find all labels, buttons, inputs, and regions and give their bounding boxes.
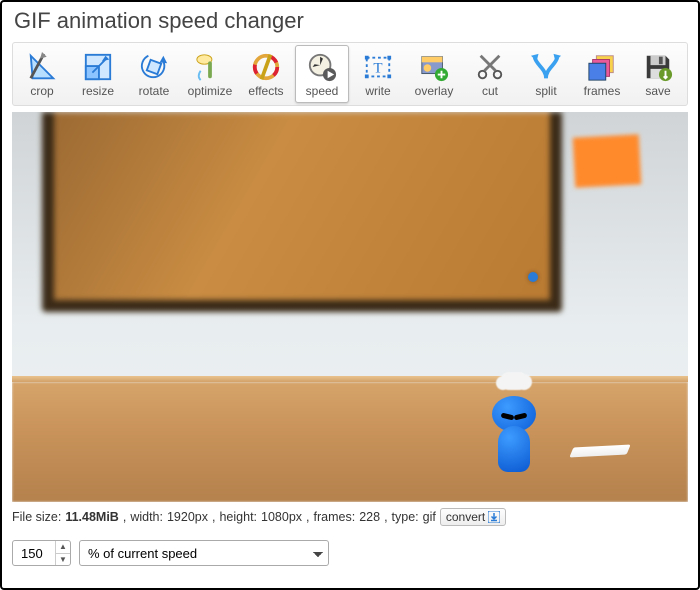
filesize-label: File size: (12, 510, 61, 524)
tool-label: split (535, 84, 556, 98)
file-meta: File size: 11.48MiB, width: 1920px, heig… (12, 508, 688, 526)
tool-rotate[interactable]: rotate (127, 45, 181, 103)
tool-label: speed (306, 84, 339, 98)
tool-resize[interactable]: resize (71, 45, 125, 103)
save-icon (643, 52, 673, 82)
height-value: 1080px (261, 510, 302, 524)
tool-label: save (645, 84, 670, 98)
speed-unit-select[interactable]: % of current speed (79, 540, 329, 566)
type-value: gif (423, 510, 436, 524)
svg-text:T: T (373, 61, 382, 77)
spin-down-icon[interactable]: ▼ (56, 554, 70, 566)
overlay-icon (419, 52, 449, 82)
tool-write[interactable]: T write (351, 45, 405, 103)
tool-optimize[interactable]: optimize (183, 45, 237, 103)
tool-effects[interactable]: effects (239, 45, 293, 103)
write-icon: T (363, 52, 393, 82)
frames-value: 228 (359, 510, 380, 524)
toolbar: crop resize rotate optimize effects spee… (12, 42, 688, 106)
tool-overlay[interactable]: overlay (407, 45, 461, 103)
convert-label: convert (446, 510, 485, 524)
gif-preview (12, 112, 688, 502)
filesize-value: 11.48MiB (65, 510, 119, 524)
tool-crop[interactable]: crop (15, 45, 69, 103)
optimize-icon (195, 52, 225, 82)
frames-label: frames: (314, 510, 356, 524)
tool-frames[interactable]: frames (575, 45, 629, 103)
resize-icon (83, 52, 113, 82)
tool-save[interactable]: save (631, 45, 685, 103)
cut-icon (475, 52, 505, 82)
type-label: type: (392, 510, 419, 524)
tool-label: rotate (139, 84, 170, 98)
tool-speed[interactable]: speed (295, 45, 349, 103)
tool-label: crop (30, 84, 53, 98)
tool-label: effects (248, 84, 283, 98)
speed-spinner[interactable]: ▲ ▼ (55, 541, 70, 565)
rotate-icon (139, 52, 169, 82)
speed-input-wrapper[interactable]: ▲ ▼ (12, 540, 71, 566)
tool-label: frames (584, 84, 621, 98)
tool-label: write (365, 84, 390, 98)
effects-icon (251, 52, 281, 82)
tool-label: overlay (415, 84, 454, 98)
frames-icon (587, 52, 617, 82)
convert-button[interactable]: convert (440, 508, 506, 526)
tool-split[interactable]: split (519, 45, 573, 103)
tool-cut[interactable]: cut (463, 45, 517, 103)
width-label: width: (130, 510, 163, 524)
speed-value-input[interactable] (13, 546, 55, 561)
width-value: 1920px (167, 510, 208, 524)
speed-controls: ▲ ▼ % of current speed (12, 540, 688, 566)
crop-icon (27, 52, 57, 82)
tool-label: optimize (188, 84, 233, 98)
speed-icon (307, 52, 337, 82)
split-icon (531, 52, 561, 82)
page-title: GIF animation speed changer (14, 8, 688, 34)
spin-up-icon[interactable]: ▲ (56, 541, 70, 554)
download-icon (488, 511, 500, 523)
height-label: height: (219, 510, 257, 524)
tool-label: resize (82, 84, 114, 98)
tool-label: cut (482, 84, 498, 98)
